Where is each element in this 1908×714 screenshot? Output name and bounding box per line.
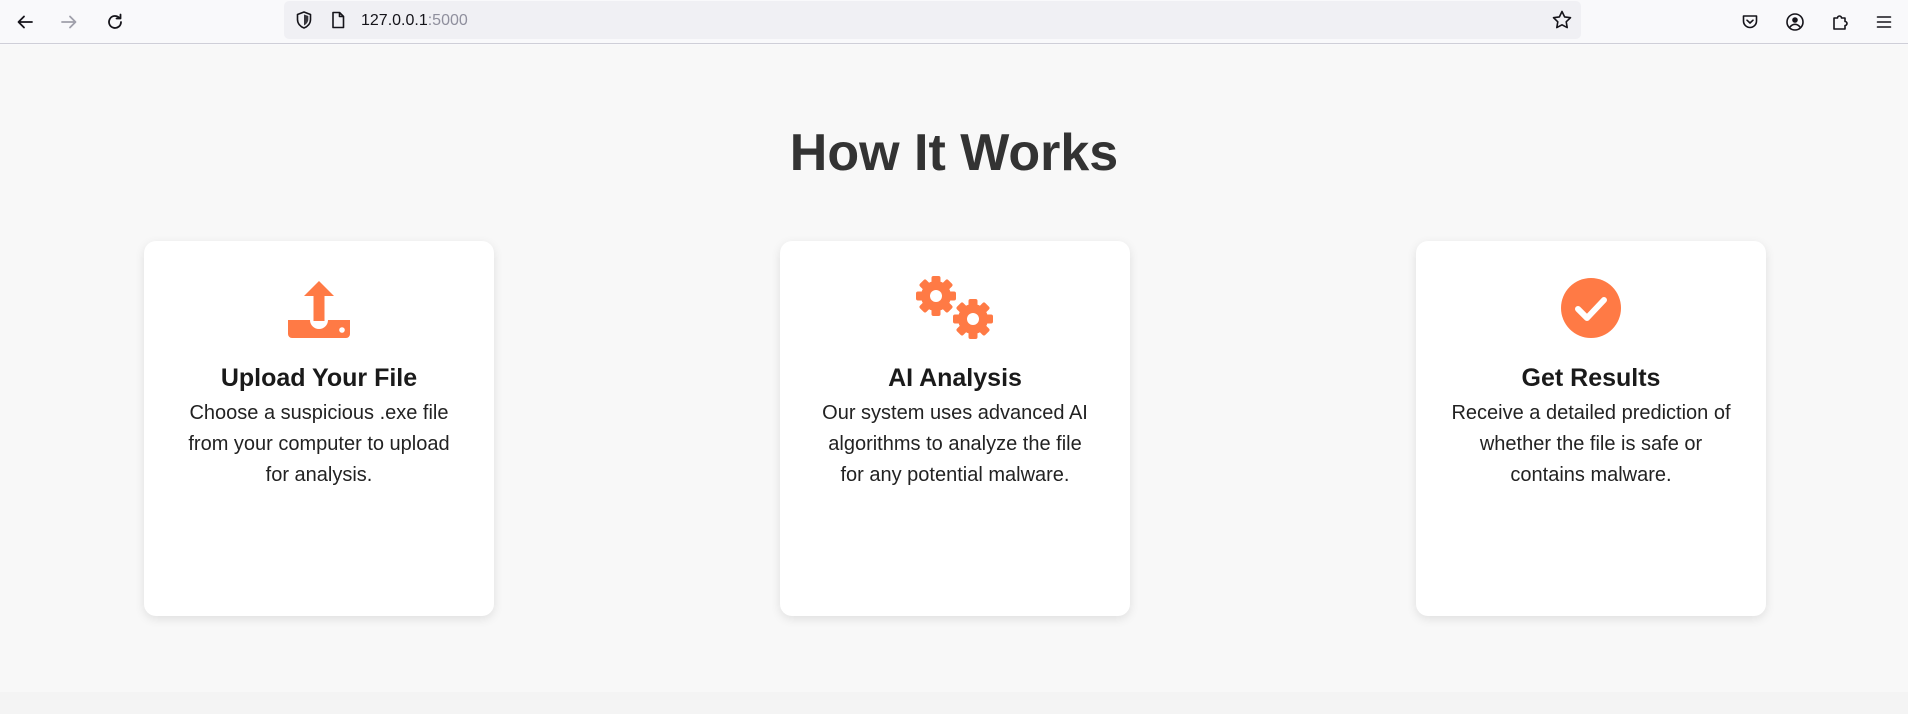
- shield-icon[interactable]: [294, 10, 314, 30]
- card-icon-wrap: [1416, 276, 1766, 340]
- forward-button[interactable]: [51, 4, 87, 40]
- menu-button[interactable]: [1866, 4, 1902, 40]
- extensions-button[interactable]: [1822, 4, 1858, 40]
- page-icon[interactable]: [328, 10, 348, 30]
- upload-icon: [288, 281, 350, 338]
- card-analysis: AI Analysis Our system uses advanced AI …: [780, 241, 1130, 616]
- card-icon-wrap: [144, 276, 494, 340]
- url-bar[interactable]: 127.0.0.1:5000: [284, 1, 1581, 39]
- card-results: Get Results Receive a detailed predictio…: [1416, 241, 1766, 616]
- reload-button[interactable]: [97, 4, 133, 40]
- card-title: Get Results: [1521, 364, 1661, 392]
- check-circle-icon: [1561, 278, 1621, 338]
- back-button[interactable]: [7, 4, 43, 40]
- reload-icon: [108, 13, 122, 29]
- arrow-left-icon: [17, 15, 33, 29]
- url-text[interactable]: 127.0.0.1:5000: [361, 11, 468, 31]
- account-icon: [1786, 13, 1804, 31]
- page-content: How It Works Upload Your File Choose a s…: [0, 45, 1908, 692]
- arrow-right-icon: [61, 15, 77, 29]
- url-port: :5000: [427, 12, 468, 29]
- page-title: How It Works: [789, 124, 1119, 182]
- gears-icon: [916, 276, 993, 339]
- browser-toolbar: 127.0.0.1:5000: [0, 0, 1908, 44]
- card-description: Choose a suspicious .exe file from your …: [188, 402, 450, 486]
- pocket-icon: [1742, 15, 1758, 29]
- card-title: Upload Your File: [220, 364, 418, 392]
- url-host: 127.0.0.1: [361, 12, 428, 29]
- card-description: Receive a detailed prediction of whether…: [1451, 402, 1731, 486]
- card-description: Our system uses advanced AI algorithms t…: [822, 402, 1088, 486]
- puzzle-icon: [1833, 15, 1848, 30]
- star-icon[interactable]: [1551, 9, 1573, 31]
- card-icon-wrap: [780, 276, 1130, 340]
- page-bottom-area: [0, 692, 1908, 714]
- card-title: AI Analysis: [888, 364, 1022, 392]
- hamburger-menu-icon: [1876, 16, 1892, 28]
- account-button[interactable]: [1777, 4, 1813, 40]
- pocket-button[interactable]: [1732, 4, 1768, 40]
- card-upload: Upload Your File Choose a suspicious .ex…: [144, 241, 494, 616]
